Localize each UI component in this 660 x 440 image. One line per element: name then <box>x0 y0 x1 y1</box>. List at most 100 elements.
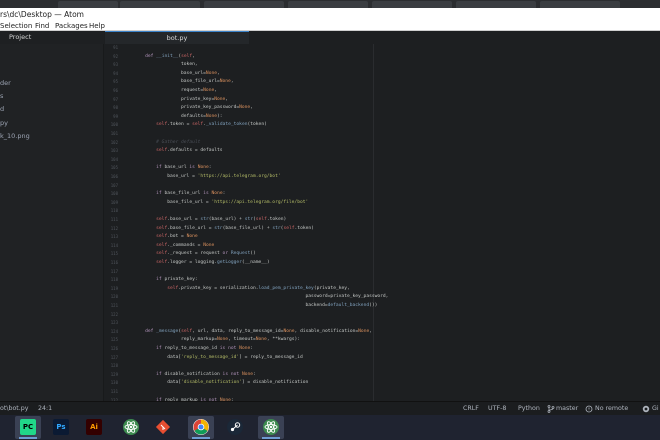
code-line[interactable]: 104 <box>105 156 660 165</box>
line-number: 123 <box>110 320 118 326</box>
code-line[interactable]: 95 base_file_url=None, <box>105 78 660 87</box>
line-number: 121 <box>110 303 118 308</box>
code-line[interactable]: 127 data['reply_to_message_id'] = reply_… <box>105 354 660 363</box>
code-line[interactable]: 103 self.defaults = defaults <box>105 147 660 156</box>
code-line[interactable]: 92 def __init__(self, <box>105 53 660 62</box>
code-line[interactable]: 116 self.logger = logging.getLogger(__na… <box>105 259 660 268</box>
code-line[interactable]: 119 self.private_key = serialization.loa… <box>105 285 660 294</box>
code-line[interactable]: 105 if base_url is None: <box>105 164 660 173</box>
line-number: 92 <box>113 53 118 59</box>
code-line[interactable]: 101 <box>105 130 660 139</box>
code-line[interactable]: 117 <box>105 268 660 277</box>
menu-packages[interactable]: Packages <box>55 22 88 31</box>
tab-bot-py[interactable]: bot.py <box>105 31 249 44</box>
menu-help[interactable]: Help <box>89 22 105 31</box>
status-file-path[interactable]: ot\bot.py <box>0 402 29 416</box>
code-line[interactable]: 128 <box>105 362 660 371</box>
line-number: 110 <box>110 208 118 214</box>
code-line[interactable]: 123 <box>105 319 660 328</box>
taskbar-button[interactable] <box>258 416 284 439</box>
tree-item[interactable]: py <box>0 119 8 128</box>
line-number: 98 <box>113 105 118 111</box>
git-branch-icon <box>547 405 555 413</box>
tree-item[interactable]: der <box>0 79 11 88</box>
line-number: 125 <box>110 337 118 343</box>
code-line[interactable]: 129 if disable_notification is not None: <box>105 371 660 380</box>
code-line[interactable]: 94 base_url=None, <box>105 70 660 79</box>
browser-tab[interactable] <box>372 1 452 8</box>
code-line[interactable]: 106 base_url = 'https://api.telegram.org… <box>105 173 660 182</box>
code-line[interactable]: 97 private_key=None, <box>105 96 660 105</box>
code-line[interactable]: 126 if reply_to_message_id is not None: <box>105 345 660 354</box>
code-line[interactable]: 98 private_key_password=None, <box>105 104 660 113</box>
code-line[interactable]: 131 <box>105 388 660 397</box>
active-indicator <box>192 437 210 439</box>
code-line[interactable]: 96 request=None, <box>105 87 660 96</box>
code-line[interactable]: 121 backend=default_backend()) <box>105 302 660 311</box>
line-number: 97 <box>113 96 118 102</box>
taskbar-button[interactable] <box>150 416 176 439</box>
tree-item[interactable]: s <box>0 92 3 101</box>
window-title-bar[interactable]: rs\dc\Desktop — Atom <box>0 8 660 22</box>
line-code: if base_file_url is None: <box>156 191 226 197</box>
code-line[interactable]: 91 <box>105 44 660 53</box>
status-branch[interactable]: master <box>556 402 578 416</box>
status-github[interactable]: Gi <box>652 402 659 416</box>
line-number: 124 <box>110 328 118 334</box>
status-grammar[interactable]: Python <box>518 402 540 416</box>
browser-tab[interactable] <box>456 1 536 8</box>
browser-tab[interactable] <box>120 1 200 8</box>
menu-selection[interactable]: Selection <box>0 22 32 31</box>
code-line[interactable]: 115 self._request = request or Request() <box>105 250 660 259</box>
tree-item[interactable]: d <box>0 105 4 114</box>
code-line[interactable]: 124 def _message(self, url, data, reply_… <box>105 328 660 337</box>
code-editor[interactable]: 91 92 def __init__(self, 93 token, 94 base_… <box>105 44 660 401</box>
code-line[interactable]: 110 <box>105 207 660 216</box>
code-line[interactable]: 130 data['disable_notification'] = disab… <box>105 379 660 388</box>
code-line[interactable]: 109 base_file_url = 'https://api.telegra… <box>105 199 660 208</box>
taskbar-button[interactable]: PC <box>15 416 41 439</box>
code-line[interactable]: 107 <box>105 182 660 191</box>
menu-find[interactable]: Find <box>35 22 49 31</box>
tree-title[interactable]: Project <box>9 31 31 44</box>
browser-tab[interactable] <box>540 1 620 8</box>
code-line[interactable]: 93 token, <box>105 61 660 70</box>
browser-tab[interactable] <box>204 1 284 8</box>
line-code: self.logger = logging.getLogger(__name__… <box>156 260 270 265</box>
line-number: 126 <box>110 346 118 351</box>
code-line[interactable]: 112 self.base_file_url = str(base_file_u… <box>105 225 660 234</box>
status-line-ending[interactable]: CRLF <box>463 402 479 416</box>
code-line[interactable]: 113 self.bot = None <box>105 233 660 242</box>
line-code: if private_key: <box>156 277 198 283</box>
tab-title: bot.py <box>166 34 188 42</box>
code-line[interactable]: 99 defaults=None): <box>105 113 660 122</box>
status-encoding[interactable]: UTF-8 <box>488 402 506 416</box>
line-number: 128 <box>110 363 118 369</box>
taskbar-button[interactable] <box>118 416 144 439</box>
taskbar-button[interactable]: Ai <box>81 416 107 439</box>
line-number: 102 <box>110 139 118 145</box>
status-cursor-position[interactable]: 24:1 <box>38 402 52 416</box>
taskbar-button[interactable] <box>188 416 214 439</box>
status-remote[interactable]: No remote <box>595 402 628 416</box>
line-code: base_url = 'https://api.telegram.org/bot… <box>134 174 281 179</box>
taskbar-button[interactable]: Ps <box>48 416 74 439</box>
taskbar-button[interactable] <box>222 416 248 439</box>
line-number: 131 <box>110 389 118 394</box>
line-code: request=None, <box>134 88 218 93</box>
browser-tab[interactable] <box>58 1 118 8</box>
github-icon <box>642 405 650 413</box>
code-line[interactable]: 125 reply_markup=None, timeout=None, **k… <box>105 336 660 345</box>
code-line[interactable]: 114 self._commands = None <box>105 242 660 251</box>
code-line[interactable]: 108 if base_file_url is None: <box>105 190 660 199</box>
code-line[interactable]: 118 if private_key: <box>105 276 660 285</box>
browser-tab[interactable] <box>288 1 368 8</box>
code-line[interactable]: 100 self.token = self._validate_token(to… <box>105 121 660 130</box>
line-code: self.base_url = str(base_url) + str(self… <box>156 217 287 222</box>
tree-item[interactable]: k_10.png <box>0 132 30 141</box>
code-line[interactable]: 111 self.base_url = str(base_url) + str(… <box>105 216 660 225</box>
code-line[interactable]: 102 # Gather default <box>105 139 660 148</box>
code-line[interactable]: 122 <box>105 311 660 320</box>
line-code: self.token = self._validate_token(token) <box>156 122 267 128</box>
code-line[interactable]: 120 password=private_key_password, <box>105 293 660 302</box>
